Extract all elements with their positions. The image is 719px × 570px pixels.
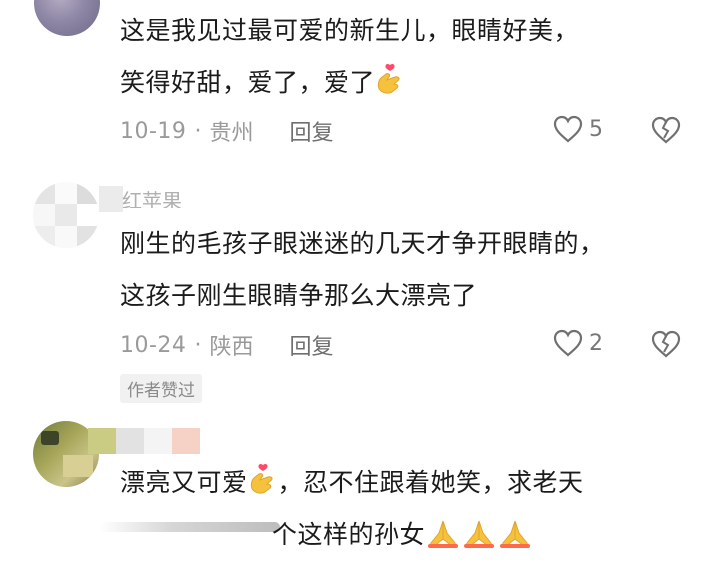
comment-line: 这是我见过最可爱的新生儿，眼睛好美， — [120, 16, 580, 45]
meta-separator: · — [194, 332, 202, 358]
broken-heart-icon[interactable] — [651, 330, 681, 358]
comment-text: 漂亮又可爱 ，忍不住跟着她笑，求老天 — [120, 458, 584, 508]
avatar-detail — [41, 431, 59, 445]
folded-hands-emoji-icon — [464, 520, 495, 548]
text-redaction — [100, 522, 280, 532]
comment-text: 刚生的毛孩子眼迷迷的几天才争开眼睛的， — [120, 219, 605, 269]
comment-text: 个这样的孙女 — [272, 510, 533, 560]
comment-date: 10-24 — [120, 332, 187, 358]
comment-list: 这是我见过最可爱的新生儿，眼睛好美， 笑得好甜，爱了，爱了 10-19 · 贵州… — [0, 0, 719, 570]
comment-line: 刚生的毛孩子眼迷迷的几天才争开眼睛的， — [120, 229, 605, 258]
comment-meta: 10-24 · 陕西 回复 — [120, 329, 333, 361]
like-button[interactable]: 2 — [553, 329, 603, 357]
comment-text: 这孩子刚生眼睛争那么大漂亮了 — [120, 271, 477, 321]
heart-outline-icon — [553, 329, 583, 357]
comment-text: 笑得好甜，爱了，爱了 — [120, 58, 405, 108]
username-mosaic — [144, 428, 172, 454]
avatar-detail — [63, 455, 93, 477]
comment-line: 漂亮又可爱 — [120, 468, 248, 497]
reply-button[interactable]: 回复 — [289, 329, 333, 361]
like-count: 2 — [589, 330, 603, 356]
comment-line: 笑得好甜，爱了，爱了 — [120, 68, 376, 97]
avatar[interactable] — [34, 0, 100, 36]
comment-line: 个这样的孙女 — [272, 520, 426, 549]
folded-hands-emoji-icon — [428, 520, 459, 548]
comment-location: 陕西 — [209, 335, 254, 360]
username-mosaic — [172, 428, 200, 454]
comment-line: ，忍不住跟着她笑，求老天 — [277, 468, 584, 497]
comment-date: 10-19 — [120, 118, 187, 144]
username-mosaic — [116, 428, 144, 454]
username-mosaic — [88, 428, 116, 454]
comment-location: 贵州 — [209, 121, 254, 146]
comment-line: 这孩子刚生眼睛争那么大漂亮了 — [120, 281, 478, 310]
like-count: 5 — [589, 116, 603, 142]
heart-outline-icon — [553, 115, 583, 143]
like-button[interactable]: 5 — [553, 115, 603, 143]
finger-heart-emoji-icon — [377, 63, 400, 94]
username-mosaic — [99, 186, 123, 212]
comment-meta: 10-19 · 贵州 回复 — [120, 115, 333, 147]
meta-separator: · — [194, 118, 202, 144]
broken-heart-icon[interactable] — [651, 116, 681, 144]
comment-text: 这是我见过最可爱的新生儿，眼睛好美， — [120, 6, 579, 56]
reply-button[interactable]: 回复 — [289, 115, 333, 147]
username[interactable]: 红苹果 — [122, 184, 182, 208]
folded-hands-emoji-icon — [500, 520, 531, 548]
avatar[interactable] — [33, 182, 99, 248]
finger-heart-emoji-icon — [250, 463, 273, 494]
author-liked-badge: 作者赞过 — [120, 374, 202, 403]
